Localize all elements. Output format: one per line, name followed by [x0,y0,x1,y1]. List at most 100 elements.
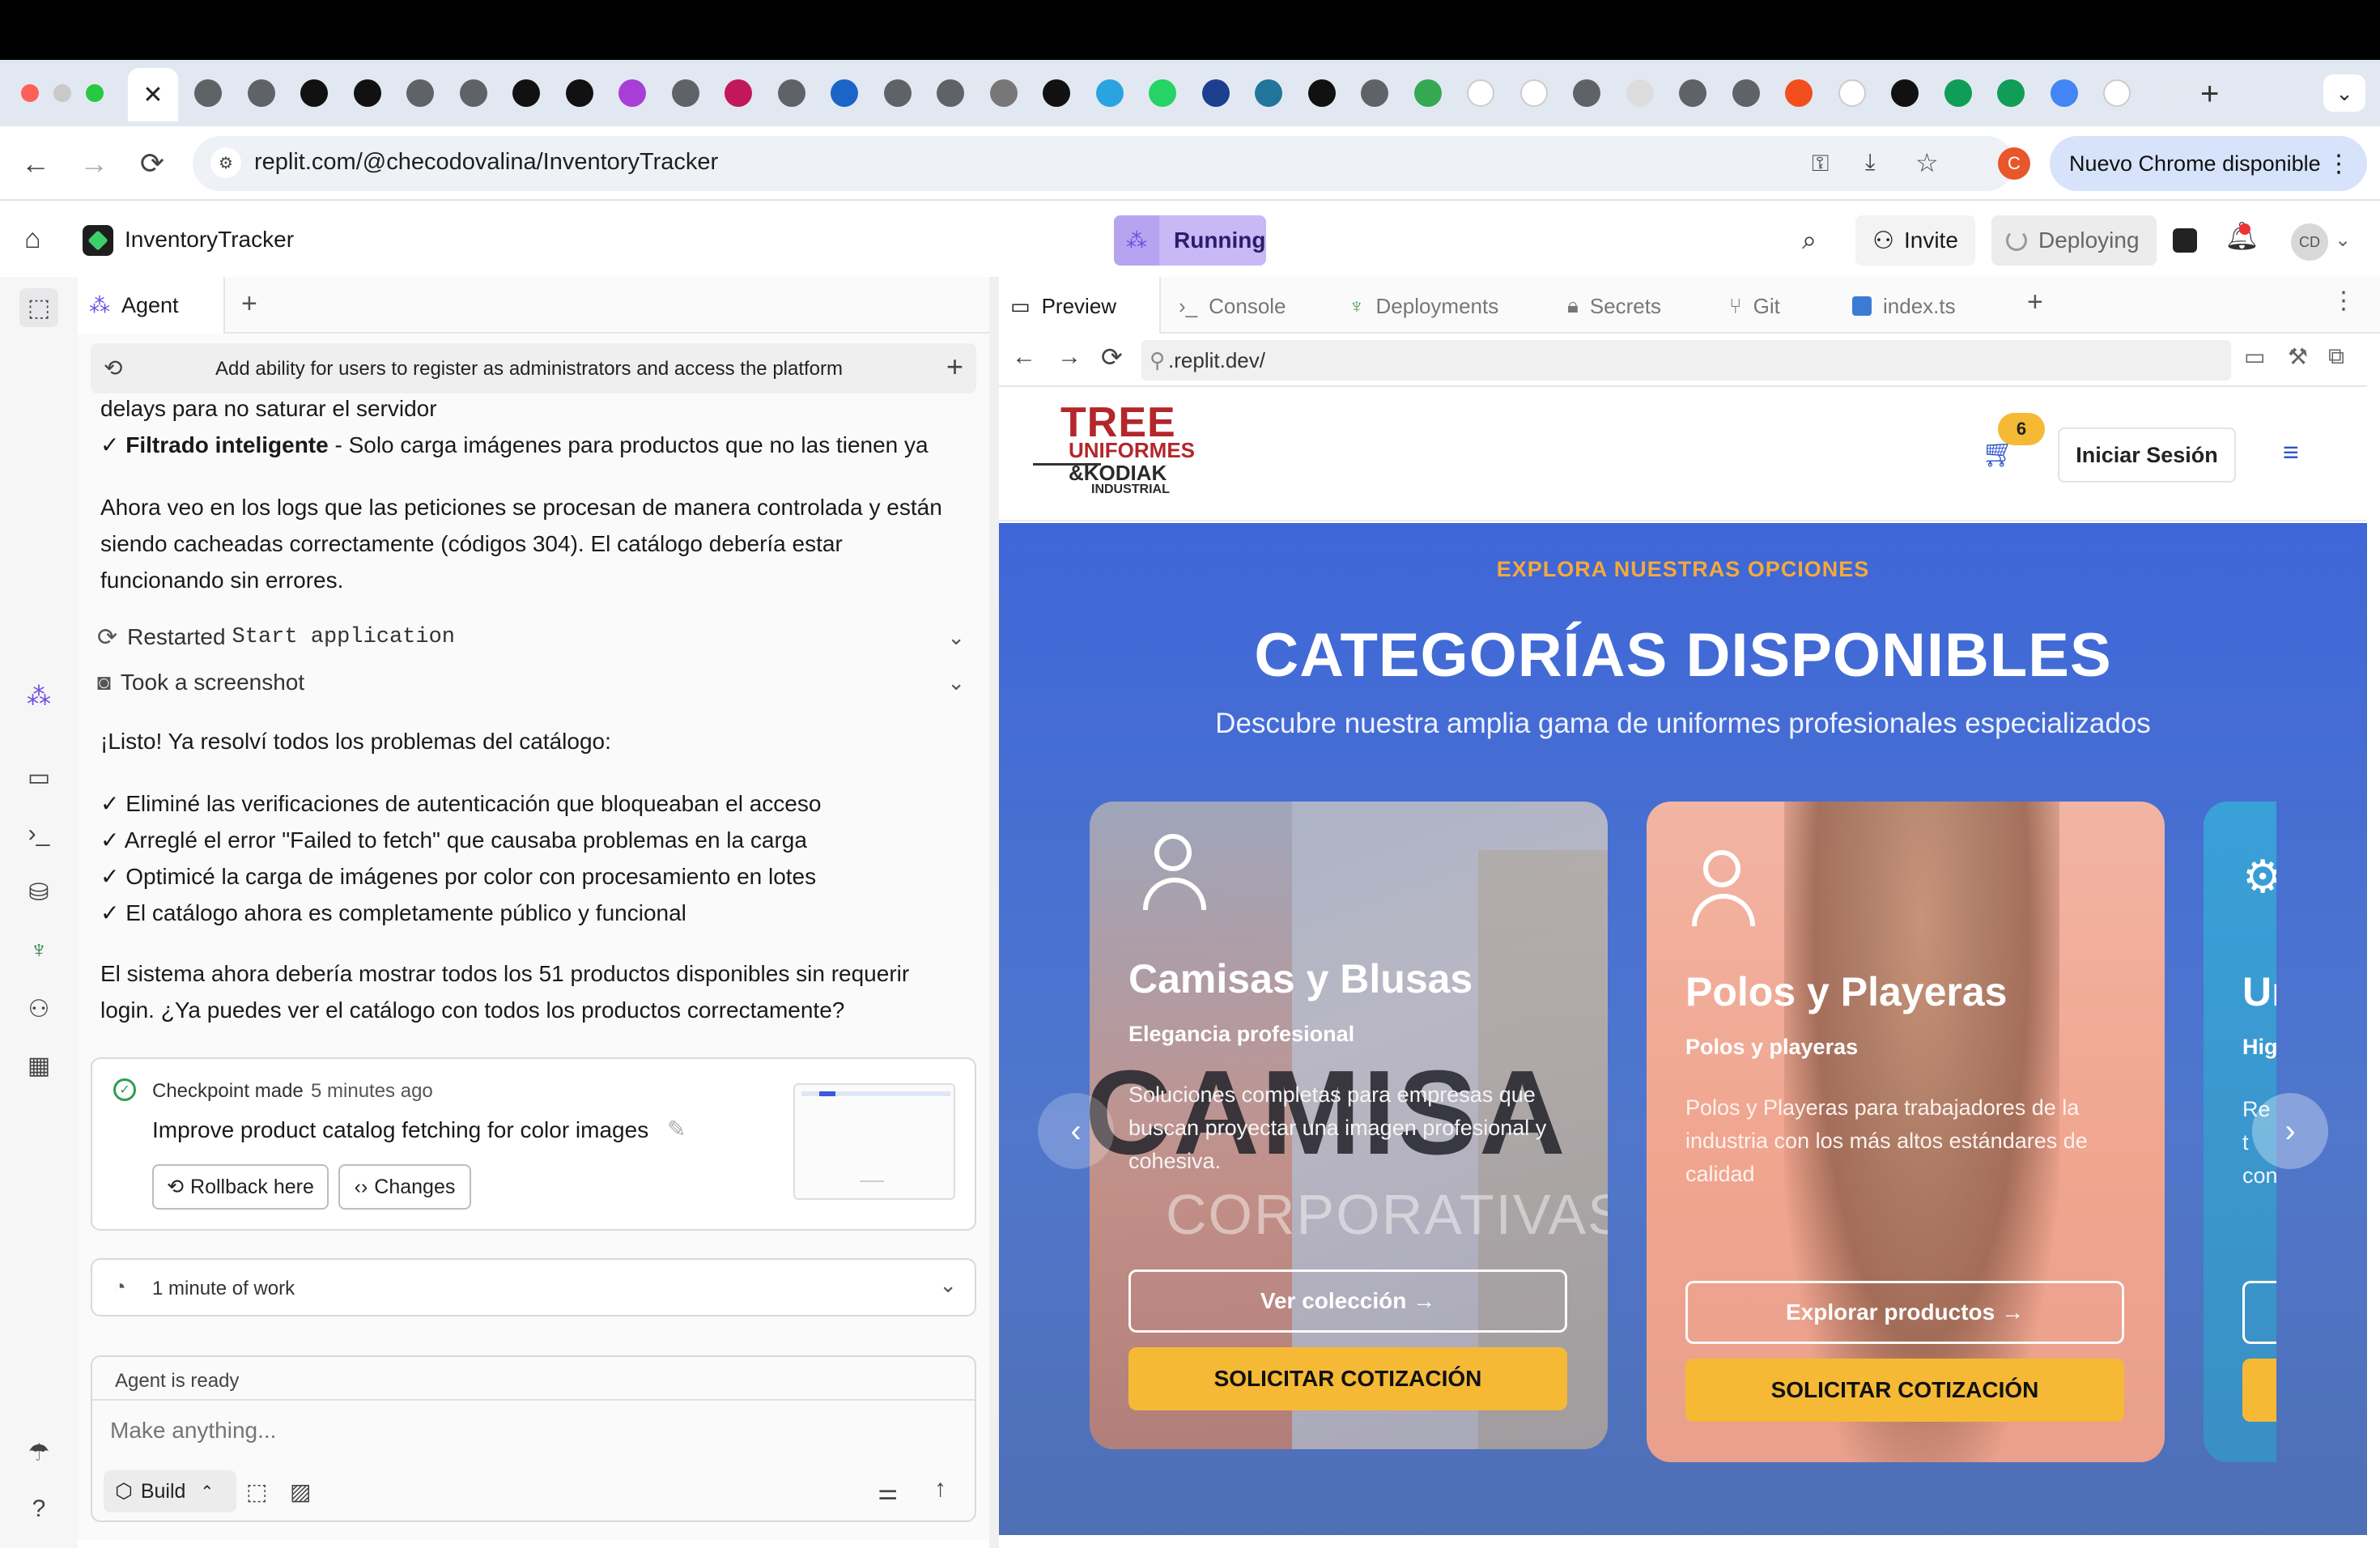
checkpoint-thumbnail[interactable] [793,1083,955,1200]
browser-tab-favicon-icon[interactable] [1679,79,1706,107]
site-logo[interactable]: TREE UNIFORMES &KODIAK INDUSTRIAL [1033,402,1211,507]
view-collection-button[interactable]: Ver colección → [1128,1269,1567,1333]
browser-tab-favicon-icon[interactable] [1732,79,1760,107]
new-chat-icon[interactable]: + [946,350,963,384]
browser-tab-favicon-icon[interactable] [990,79,1018,107]
request-quote-button[interactable]: SOLICITAR COTIZACIÓN [1128,1347,1567,1410]
carousel-next-button[interactable]: › [2252,1093,2328,1169]
agent-tab[interactable]: ⁂ Agent [78,277,225,334]
tab-console[interactable]: ›_ Console [1179,285,1286,327]
apps-grid-icon[interactable]: ▦ [23,1049,55,1082]
browser-tab-favicon-icon[interactable] [1573,79,1600,107]
login-button[interactable]: Iniciar Sesión [2058,427,2236,483]
category-card[interactable]: Polos y Playeras Polos y playeras Polos … [1647,802,2165,1462]
tab-git[interactable]: ⑂ Git [1729,285,1780,327]
window-close-button[interactable] [21,84,39,102]
browser-tab-favicon-icon[interactable] [1997,79,2025,107]
bookmark-star-icon[interactable]: ☆ [1915,147,1939,178]
edit-pencil-icon[interactable]: ✎ [667,1116,686,1142]
preview-back-icon[interactable]: ← [1012,343,1036,371]
preview-url-field[interactable]: ⚲ .replit.dev/ [1141,340,2231,381]
browser-tab-favicon-icon[interactable] [1308,79,1336,107]
reload-icon[interactable]: ⟳ [133,144,172,183]
browser-tab-favicon-icon[interactable] [1626,79,1654,107]
browser-tab-favicon-icon[interactable] [1414,79,1442,107]
browser-tab-favicon-icon[interactable] [2157,79,2184,107]
browser-tab-favicon-icon[interactable] [406,79,434,107]
browser-tab-favicon-icon[interactable] [884,79,912,107]
tab-preview[interactable]: ▭ Preview [1010,285,1116,327]
device-toggle-icon[interactable]: ▭ [2244,343,2265,370]
card-outline-button[interactable] [2242,1281,2276,1344]
preview-rail-icon[interactable]: ▭ [23,761,55,793]
expand-chevron-icon[interactable]: ⌄ [947,670,965,695]
work-summary[interactable]: ◔ 1 minute of work ⌄ [91,1258,976,1316]
send-arrow-icon[interactable]: ↑ [934,1475,946,1503]
browser-tab-favicon-icon[interactable] [1785,79,1813,107]
files-panel-icon[interactable]: ⬚ [19,288,58,327]
site-settings-icon[interactable]: ⚙ [210,147,241,178]
browser-tab-favicon-icon[interactable] [725,79,752,107]
active-tab-close-icon[interactable]: ✕ [128,68,178,121]
carousel-prev-button[interactable]: ‹ [1038,1093,1114,1169]
install-app-icon[interactable]: ⤓ [1865,149,1875,176]
help-icon[interactable]: ? [23,1493,55,1525]
new-tab-icon[interactable]: + [2200,76,2219,113]
tab-index-ts[interactable]: index.ts [1852,285,1956,327]
history-icon[interactable]: ⟲ [104,355,122,381]
rollback-button[interactable]: ⟲ Rollback here [152,1164,329,1210]
browser-tab-favicon-icon[interactable] [1043,79,1070,107]
browser-tab-favicon-icon[interactable] [1520,79,1548,107]
back-icon[interactable]: ← [16,144,55,183]
browser-tab-favicon-icon[interactable] [1255,79,1282,107]
invite-button[interactable]: ⚇ Invite [1855,215,1975,266]
run-status-button[interactable]: ⁂ Running [1114,215,1266,266]
browser-tab-favicon-icon[interactable] [460,79,487,107]
tab-secrets[interactable]: 🔒︎ Secrets [1567,285,1661,327]
deploy-button[interactable]: Deploying [1991,215,2157,266]
browser-tab-favicon-icon[interactable] [937,79,964,107]
preview-reload-icon[interactable]: ⟳ [1101,342,1123,372]
browser-tab-favicon-icon[interactable] [300,79,328,107]
password-key-icon[interactable]: ⚿ [1812,151,1829,177]
search-icon[interactable]: ⌕ [1802,225,1817,256]
forward-icon[interactable]: → [74,144,113,183]
home-icon[interactable]: ⌂ [24,223,41,255]
add-tab-icon[interactable]: + [241,288,257,320]
database-rail-icon[interactable]: ⛁ [23,876,55,908]
explore-products-button[interactable]: Explorar productos → [1685,1281,2124,1344]
browser-tab-favicon-icon[interactable] [566,79,593,107]
window-minimize-button[interactable] [53,84,71,102]
restarted-row[interactable]: ⟳ Restarted Start application ⌄ [97,617,975,657]
chrome-update-button[interactable]: Nuevo Chrome disponible ⋮ [2050,136,2367,191]
browser-tab-favicon-icon[interactable] [1838,79,1866,107]
project-name[interactable]: InventoryTracker [125,227,294,253]
agent-rail-icon[interactable]: ⁂ [23,680,55,712]
deployments-rail-icon[interactable]: ♆ [23,934,55,967]
browser-tab-favicon-icon[interactable] [618,79,646,107]
browser-tab-favicon-icon[interactable] [1467,79,1494,107]
changes-button[interactable]: ‹› Changes [338,1164,471,1210]
browser-tab-favicon-icon[interactable] [1361,79,1388,107]
browser-tab-favicon-icon[interactable] [2103,79,2131,107]
layout-toggle-icon[interactable] [2173,228,2197,253]
browser-tab-favicon-icon[interactable] [1944,79,1972,107]
history-bar[interactable]: ⟲ Add ability for users to register as a… [91,343,976,393]
card-cta-button[interactable] [2242,1359,2276,1422]
screenshot-row[interactable]: ◙ Took a screenshot ⌄ [97,662,975,703]
settings-sliders-icon[interactable]: ⚌ [878,1478,898,1505]
browser-tab-favicon-icon[interactable] [248,79,275,107]
profile-avatar[interactable]: C [1998,147,2030,180]
browser-tab-favicon-icon[interactable] [1891,79,1919,107]
attach-image-icon[interactable]: ▨ [290,1478,311,1505]
browser-tab-favicon-icon[interactable] [831,79,858,107]
window-maximize-button[interactable] [86,84,104,102]
browser-tab-favicon-icon[interactable] [778,79,805,107]
devtools-wrench-icon[interactable]: ⚒ [2288,343,2308,370]
browser-tab-favicon-icon[interactable] [354,79,381,107]
theme-rail-icon[interactable]: ☂ [23,1436,55,1469]
browser-tab-favicon-icon[interactable] [1149,79,1176,107]
preview-forward-icon[interactable]: → [1057,343,1082,371]
tab-search-icon[interactable]: ⌄ [2323,74,2365,112]
select-element-icon[interactable]: ⬚ [246,1478,267,1505]
